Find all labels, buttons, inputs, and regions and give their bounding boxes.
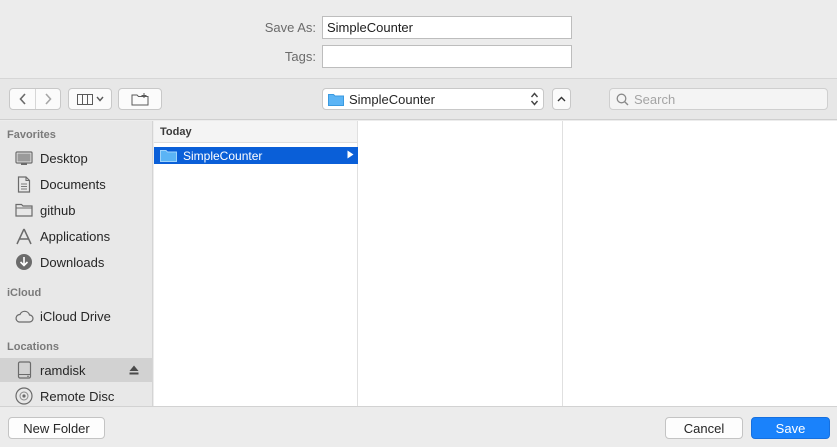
folder-row-simplecounter[interactable]: SimpleCounter [154,147,358,164]
eject-icon[interactable] [129,363,139,378]
sidebar-item-label: Remote Disc [40,388,115,404]
column-browser: Today SimpleCounter [154,121,837,406]
cancel-button[interactable]: Cancel [665,417,743,439]
sidebar-item-documents[interactable]: Documents [0,172,152,196]
tags-field[interactable] [322,45,572,68]
back-button[interactable] [10,89,35,109]
chevron-up-icon [557,96,566,102]
folder-icon [14,201,34,219]
disc-icon [14,387,34,405]
sidebar-section-icloud: iCloud [7,287,42,299]
sidebar: Favorites Desktop Documents github Appli… [0,121,153,406]
sidebar-item-remote-disc[interactable]: Remote Disc [0,384,152,406]
button-bar: New Folder Cancel Save [0,406,837,447]
search-input[interactable] [634,91,814,107]
save-as-label: Save As: [264,20,316,35]
search-box[interactable] [609,88,828,110]
document-icon [14,175,34,193]
applications-icon [14,227,34,245]
sidebar-item-label: iCloud Drive [40,308,111,324]
desktop-icon [14,149,34,167]
folder-icon [328,93,344,106]
save-as-field[interactable] [322,16,572,39]
toolbar: SimpleCounter [0,78,837,120]
tags-label: Tags: [284,49,316,64]
save-button[interactable]: Save [751,417,830,439]
view-options-button[interactable] [68,88,112,110]
chevron-left-icon [18,93,26,105]
tags-row: Tags: [0,45,837,69]
location-popup[interactable]: SimpleCounter [322,88,544,110]
sidebar-item-label: Downloads [40,254,105,270]
sidebar-item-github[interactable]: github [0,198,152,222]
sidebar-item-label: github [40,202,76,218]
search-icon [616,93,629,105]
nav-buttons [9,88,61,110]
browser-column-1: Today SimpleCounter [154,121,358,406]
save-as-row: Save As: [0,16,837,40]
new-folder-button[interactable]: New Folder [8,417,105,439]
sidebar-item-ramdisk[interactable]: ramdisk [0,358,152,382]
sidebar-item-icloud-drive[interactable]: iCloud Drive [0,304,152,328]
folder-row-label: SimpleCounter [183,148,263,163]
chevron-right-icon [45,93,52,105]
disclosure-arrow-icon [347,150,354,159]
sidebar-item-label: Documents [40,176,106,192]
chevron-down-icon [95,96,104,102]
browser-column-2 [359,121,563,406]
cloud-icon [14,307,34,325]
new-folder-toolbar-button[interactable] [118,88,162,110]
sidebar-item-label: Applications [40,228,111,244]
collapse-button[interactable] [552,88,571,110]
sidebar-item-downloads[interactable]: Downloads [0,250,152,274]
browser-column-3 [564,121,837,406]
sidebar-item-desktop[interactable]: Desktop [0,146,152,170]
sidebar-section-favorites: Favorites [7,129,56,141]
group-header: Today [154,121,357,143]
location-label: SimpleCounter [349,91,435,107]
sidebar-item-label: Desktop [40,150,88,166]
sidebar-item-applications[interactable]: Applications [0,224,152,248]
sidebar-section-locations: Locations [7,341,59,353]
column-view-icon [76,93,93,105]
save-form: Save As: Tags: [0,0,837,78]
forward-button[interactable] [35,89,60,109]
download-icon [14,253,34,271]
up-down-stepper-icon [530,92,539,106]
sidebar-item-label: ramdisk [40,362,86,378]
folder-plus-icon [131,92,149,105]
disk-icon [14,361,34,379]
folder-icon [160,150,177,162]
